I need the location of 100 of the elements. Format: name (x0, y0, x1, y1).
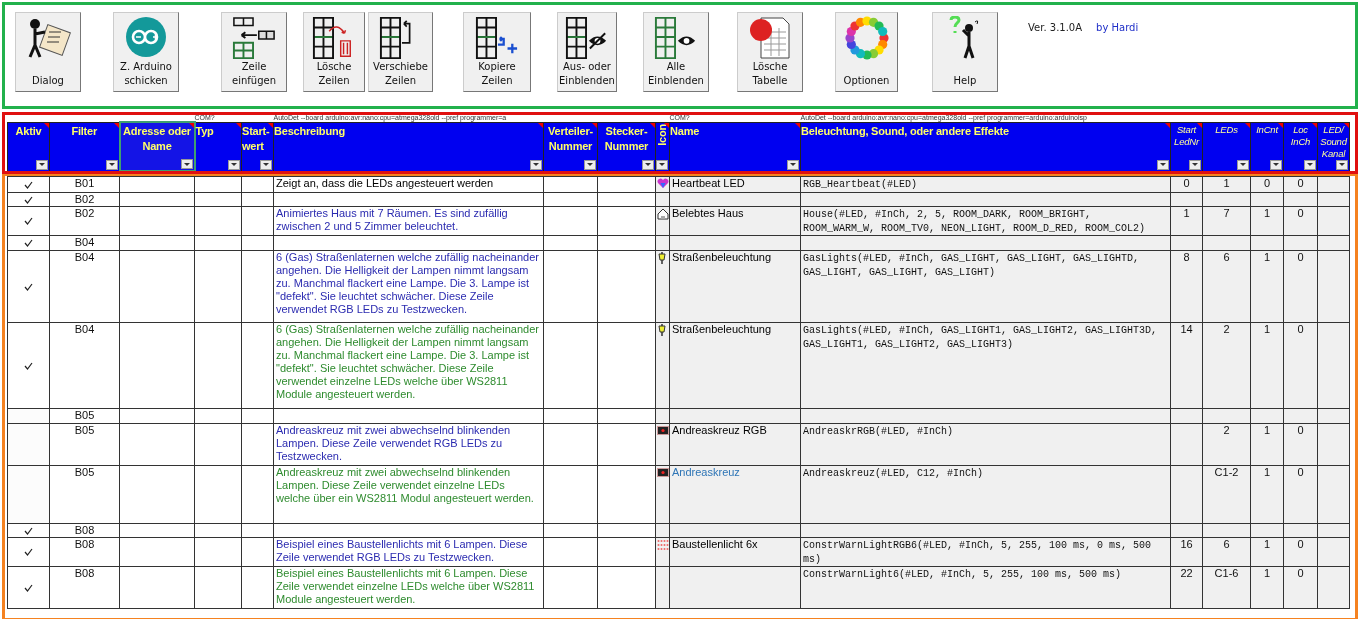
table-cell: C1-6 (1214, 567, 1239, 579)
table-cell: 1 (1263, 424, 1271, 436)
column-header[interactable]: InCnt (1250, 122, 1284, 171)
caret-icon (533, 163, 539, 166)
table-cell: 0 (1297, 538, 1304, 550)
effect-code-text: GasLights(#LED, #InCh, GAS_LIGHT1, GAS_LIGHT2, GAS_LIGHT3D, GAS_LIGHT1, GAS_LIGHT2, GAS_LIGHT3) (803, 325, 1158, 350)
caret-icon (231, 163, 237, 166)
comment-marker-icon (1344, 122, 1349, 128)
column-header[interactable]: Filter (49, 122, 120, 171)
filter-dropdown-button[interactable] (260, 159, 272, 170)
toolbar-button[interactable]: Kopiere Zeilen (463, 12, 531, 92)
caret-icon (1273, 163, 1279, 166)
infinity-logo-icon (125, 16, 167, 58)
toolbar-button[interactable]: Verschiebe Zeilen (368, 12, 433, 92)
table-cell: 0 (1297, 207, 1304, 219)
table-cell: 1 (1263, 207, 1271, 219)
table-cell: 6 (1223, 251, 1230, 263)
filter-dropdown-button[interactable] (642, 159, 654, 170)
description-text: Andreaskreuz mit zwei abwechselnd blinkenden Lampen. Diese Zeile verwendet einzelne LEDs welche über ein WS2811 Modul angesteuert werden. (276, 466, 535, 505)
filter-dropdown-button[interactable] (787, 159, 799, 170)
caret-icon (790, 163, 796, 166)
filter-dropdown-button[interactable] (105, 159, 118, 170)
table-cell: 0 (1183, 177, 1190, 189)
filter-dropdown-button[interactable] (1237, 159, 1249, 170)
description-text: 6 (Gas) Straßenlaternen welche zufällig nacheinander angehen. Die Helligkeit der Lampen nimmt langsam zu. Manchmal flackert eine Lampe. Die 3. Lampe ist "defekt". Sie leuchtet schwächer. Diese Zeile verwendet einzelne LEDs welche über WS2811 Module angesteuert werden. (276, 323, 540, 401)
effect-code-text: RGB_Heartbeat(#LED) (803, 179, 918, 190)
caret-icon (39, 163, 45, 166)
table-cell: B08 (74, 524, 95, 536)
table-cell: 16 (1180, 538, 1193, 550)
table-cell: 1 (1263, 466, 1271, 478)
filter-dropdown-button[interactable] (36, 159, 48, 170)
table-cell: B01 (74, 177, 95, 189)
heart-icon (657, 178, 669, 189)
toolbar-button[interactable]: Zeile einfügen (221, 12, 287, 92)
filter-dropdown-button[interactable] (656, 159, 668, 170)
table-cell: 1 (1263, 251, 1271, 263)
toolbar-button[interactable]: Help (932, 12, 998, 92)
column-header[interactable]: Beleuchtung, Sound, oder andere Effekte (800, 122, 1171, 171)
filter-dropdown-button[interactable] (228, 159, 240, 170)
column-header[interactable]: LED/ Sound Kanal (1317, 122, 1350, 171)
filter-dropdown-button[interactable] (1270, 159, 1282, 170)
table-cell: 0 (1297, 323, 1304, 335)
column-header[interactable]: LEDs (1202, 122, 1251, 171)
toolbar-button[interactable]: Z. Arduino schicken (113, 12, 179, 92)
name-text: Andreaskreuz RGB (672, 424, 767, 436)
filter-dropdown-button[interactable] (1304, 159, 1316, 170)
table-cell: 8 (1183, 251, 1190, 263)
table-cell: 1 (1263, 538, 1271, 550)
copy-rows-icon (474, 16, 520, 60)
filter-dropdown-button[interactable] (1189, 159, 1201, 170)
column-header[interactable]: Stecker-Nummer (597, 122, 656, 171)
table-cell: 0 (1263, 177, 1271, 189)
table-cell: B04 (74, 236, 95, 248)
caret-icon (1240, 163, 1246, 166)
toolbar-button[interactable]: Lösche Tabelle (737, 12, 803, 92)
toolbar-button[interactable]: Optionen (835, 12, 898, 92)
name-text: Heartbeat LED (672, 177, 745, 189)
caret-icon (645, 163, 651, 166)
table-cell: 14 (1180, 323, 1193, 335)
table-cell: 1 (1263, 567, 1271, 579)
table-cell: 1 (1183, 207, 1190, 219)
description-text: Zeigt an, dass die LEDs angesteuert werden (276, 177, 495, 190)
caret-icon (659, 163, 665, 166)
effect-code-text: ConstrWarnLight6(#LED, #InCh, 5, 255, 100 ms, 500 ms) (803, 569, 1122, 580)
table-cell: 0 (1297, 424, 1304, 436)
table-cell: 7 (1223, 207, 1230, 219)
name-text: Baustellenlicht 6x (672, 538, 758, 550)
column-header[interactable]: Loc InCh (1283, 122, 1318, 171)
caret-icon (1192, 163, 1198, 166)
description-text: Andreaskreuz mit zwei abwechselnd blinkenden Lampen. Diese Zeile verwendet RGB LEDs zu Testzwecken. (276, 424, 512, 463)
insert-rows-icon (231, 16, 277, 60)
table-cell: 0 (1297, 177, 1304, 189)
column-header[interactable]: Beschreibung (273, 122, 544, 171)
filter-dropdown-button[interactable] (530, 159, 542, 170)
effect-code-text: AndreaskrRGB(#LED, #InCh) (803, 426, 954, 437)
filter-dropdown-button[interactable] (1336, 159, 1348, 170)
table-cell: 0 (1297, 251, 1304, 263)
column-header[interactable]: Name (669, 122, 801, 171)
caret-icon (1339, 163, 1345, 166)
toolbar-button[interactable]: Alle Einblenden (643, 12, 709, 92)
filter-dropdown-button[interactable] (1157, 159, 1169, 170)
column-header[interactable]: Start LedNr (1170, 122, 1203, 171)
signal-light-icon (657, 468, 669, 477)
toolbar-button[interactable]: Dialog (15, 12, 81, 92)
table-cell: B05 (74, 466, 95, 478)
filter-dropdown-button[interactable] (180, 159, 193, 169)
table-cell: B02 (74, 193, 95, 205)
column-header[interactable]: Aktiv (7, 122, 50, 171)
effect-code-text: ConstrWarnLightRGB6(#LED, #InCh, 5, 255, 100 ms, 0 ms, 500 ms) (803, 540, 1152, 565)
table-cell: C1-2 (1214, 466, 1239, 478)
table-cell: B05 (74, 409, 95, 421)
column-header[interactable]: Start-wert (241, 122, 274, 171)
toolbar-button[interactable]: Lösche Zeilen (303, 12, 365, 92)
toolbar-button[interactable]: Aus- oder Einblenden (557, 12, 617, 92)
version-text: Ver. 3.1.0A (1028, 22, 1083, 33)
column-header[interactable]: Adresse oder Name (119, 122, 195, 171)
caret-icon (1160, 163, 1166, 166)
filter-dropdown-button[interactable] (584, 159, 596, 170)
column-header[interactable]: Verteiler-Nummer (543, 122, 598, 171)
color-ring-icon (844, 16, 889, 60)
